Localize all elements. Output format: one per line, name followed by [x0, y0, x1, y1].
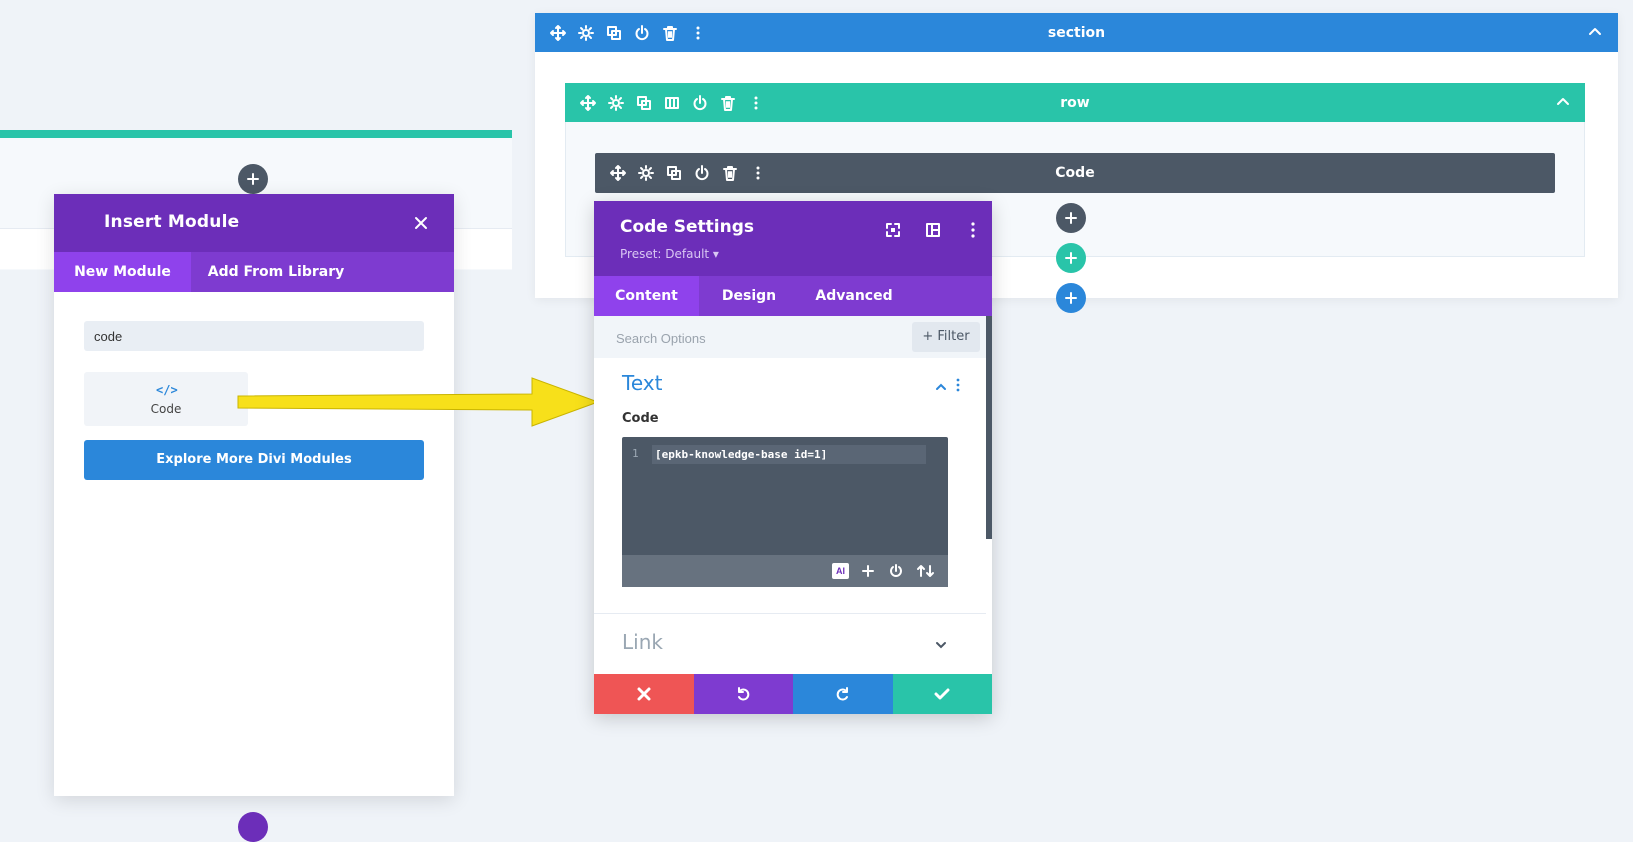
redo-icon: [836, 687, 848, 701]
redo-button[interactable]: [793, 674, 893, 714]
plus-icon: [1065, 252, 1077, 264]
add-section-button[interactable]: [1056, 283, 1086, 313]
text-group-toggle[interactable]: Text: [622, 371, 662, 395]
code-module-toolbar[interactable]: Code: [595, 153, 1555, 193]
tab-add-from-library[interactable]: Add From Library: [191, 252, 361, 292]
tab-new-module[interactable]: New Module: [54, 252, 191, 292]
row-label: row: [1060, 94, 1090, 111]
ai-button[interactable]: AI: [832, 563, 849, 579]
settings-title: Code Settings: [620, 217, 755, 237]
code-module-label: Code: [150, 402, 182, 416]
link-group-toggle[interactable]: Link: [622, 630, 663, 654]
settings-tabs: Content Design Advanced: [594, 276, 992, 316]
code-settings-panel: Code Settings Preset: Default ▾ Content …: [594, 201, 992, 714]
add-module-circle-button[interactable]: [238, 164, 268, 194]
search-options-input[interactable]: [614, 322, 898, 354]
undo-icon: [738, 687, 750, 701]
add-module-button[interactable]: [1056, 203, 1086, 233]
row-toolbar[interactable]: row: [565, 83, 1585, 122]
plus-icon: [1065, 292, 1077, 304]
more-icon[interactable]: [962, 219, 984, 241]
plus-icon: [1065, 212, 1077, 224]
tab-content[interactable]: Content: [594, 276, 699, 316]
code-icon: </>: [156, 383, 178, 397]
module-label: Code: [1055, 165, 1095, 181]
insert-module-header: Insert Module: [54, 194, 454, 252]
check-icon: [934, 688, 950, 700]
split-view-icon[interactable]: [922, 219, 944, 241]
plus-icon: [247, 173, 259, 185]
line-number: 1: [632, 447, 639, 460]
chevron-up-icon[interactable]: [934, 379, 948, 393]
add-row-button[interactable]: [1056, 243, 1086, 273]
settings-header-icons: [882, 219, 984, 241]
chevron-down-icon[interactable]: [934, 637, 948, 651]
scrollbar[interactable]: [986, 316, 992, 539]
discard-button[interactable]: [594, 674, 694, 714]
divider: [594, 613, 986, 614]
tab-design[interactable]: Design: [699, 276, 799, 316]
code-module-tile[interactable]: </> Code: [84, 372, 248, 426]
close-icon[interactable]: [412, 214, 430, 232]
settings-header: Code Settings Preset: Default ▾: [594, 201, 992, 276]
chevron-up-icon[interactable]: [1555, 94, 1571, 110]
code-line[interactable]: [epkb-knowledge-base id=1]: [652, 445, 926, 464]
close-icon: [637, 687, 651, 701]
modal-title: Insert Module: [104, 212, 240, 232]
expand-icon[interactable]: [882, 219, 904, 241]
add-module-circle-button[interactable]: [238, 812, 268, 842]
plus-icon[interactable]: [860, 563, 876, 579]
editor-toolbar: AI: [622, 555, 948, 587]
code-editor[interactable]: 1 [epkb-knowledge-base id=1] AI: [622, 437, 948, 587]
preset-dropdown[interactable]: Preset: Default ▾: [620, 247, 719, 261]
arrows-up-down-icon[interactable]: [916, 563, 936, 579]
insert-module-modal: Insert Module New Module Add From Librar…: [54, 194, 454, 796]
power-icon[interactable]: [888, 563, 904, 579]
filter-button[interactable]: + Filter: [912, 322, 980, 352]
section-toolbar[interactable]: section: [535, 13, 1618, 52]
background-row-bar: [0, 130, 512, 138]
insert-module-tabs: New Module Add From Library: [54, 252, 454, 292]
search-options-bar: + Filter: [594, 316, 986, 358]
tab-advanced[interactable]: Advanced: [799, 276, 909, 316]
more-icon[interactable]: [955, 377, 961, 393]
save-changes-button[interactable]: [892, 674, 992, 714]
settings-footer: [594, 674, 992, 714]
undo-button[interactable]: [693, 674, 793, 714]
explore-more-modules-button[interactable]: Explore More Divi Modules: [84, 440, 424, 480]
yellow-arrow-annotation: [237, 377, 600, 427]
chevron-up-icon[interactable]: [1587, 24, 1603, 40]
module-search-input[interactable]: [84, 321, 424, 351]
code-field-label: Code: [622, 411, 659, 426]
section-label: section: [1047, 24, 1106, 41]
